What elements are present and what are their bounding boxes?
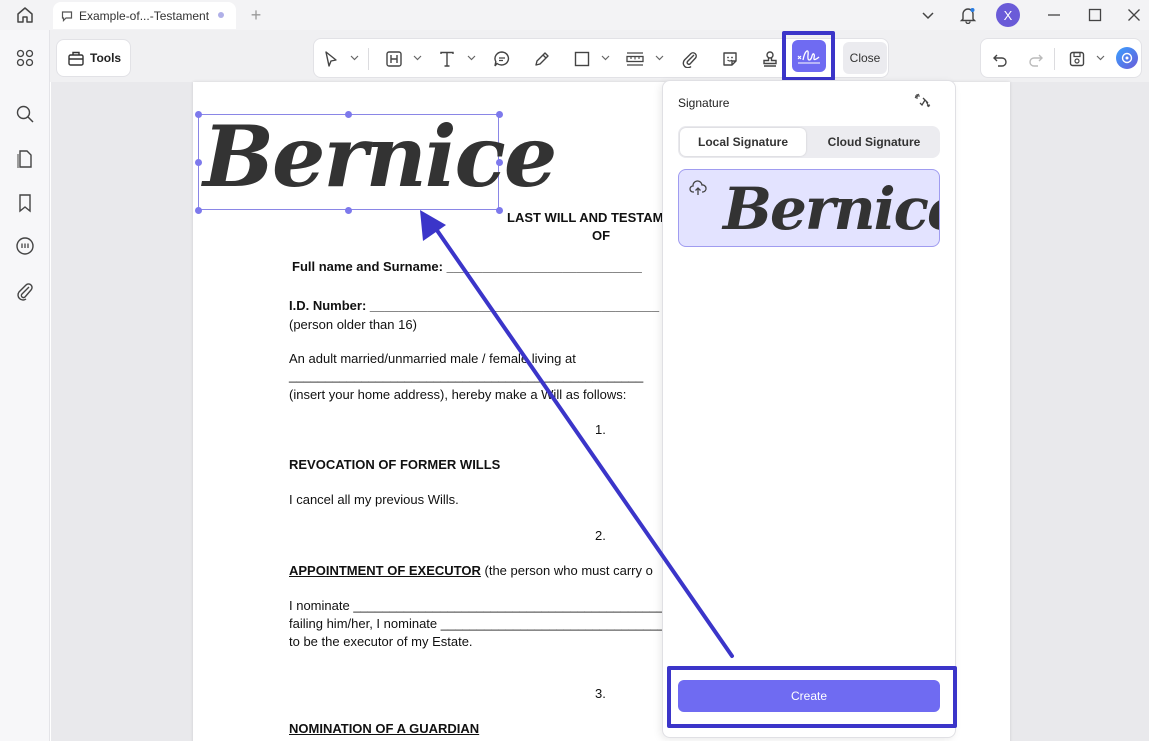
- app-window: Example-of...-Testament + X Tools Close …: [0, 0, 1149, 741]
- annotation-arrow: [420, 210, 734, 658]
